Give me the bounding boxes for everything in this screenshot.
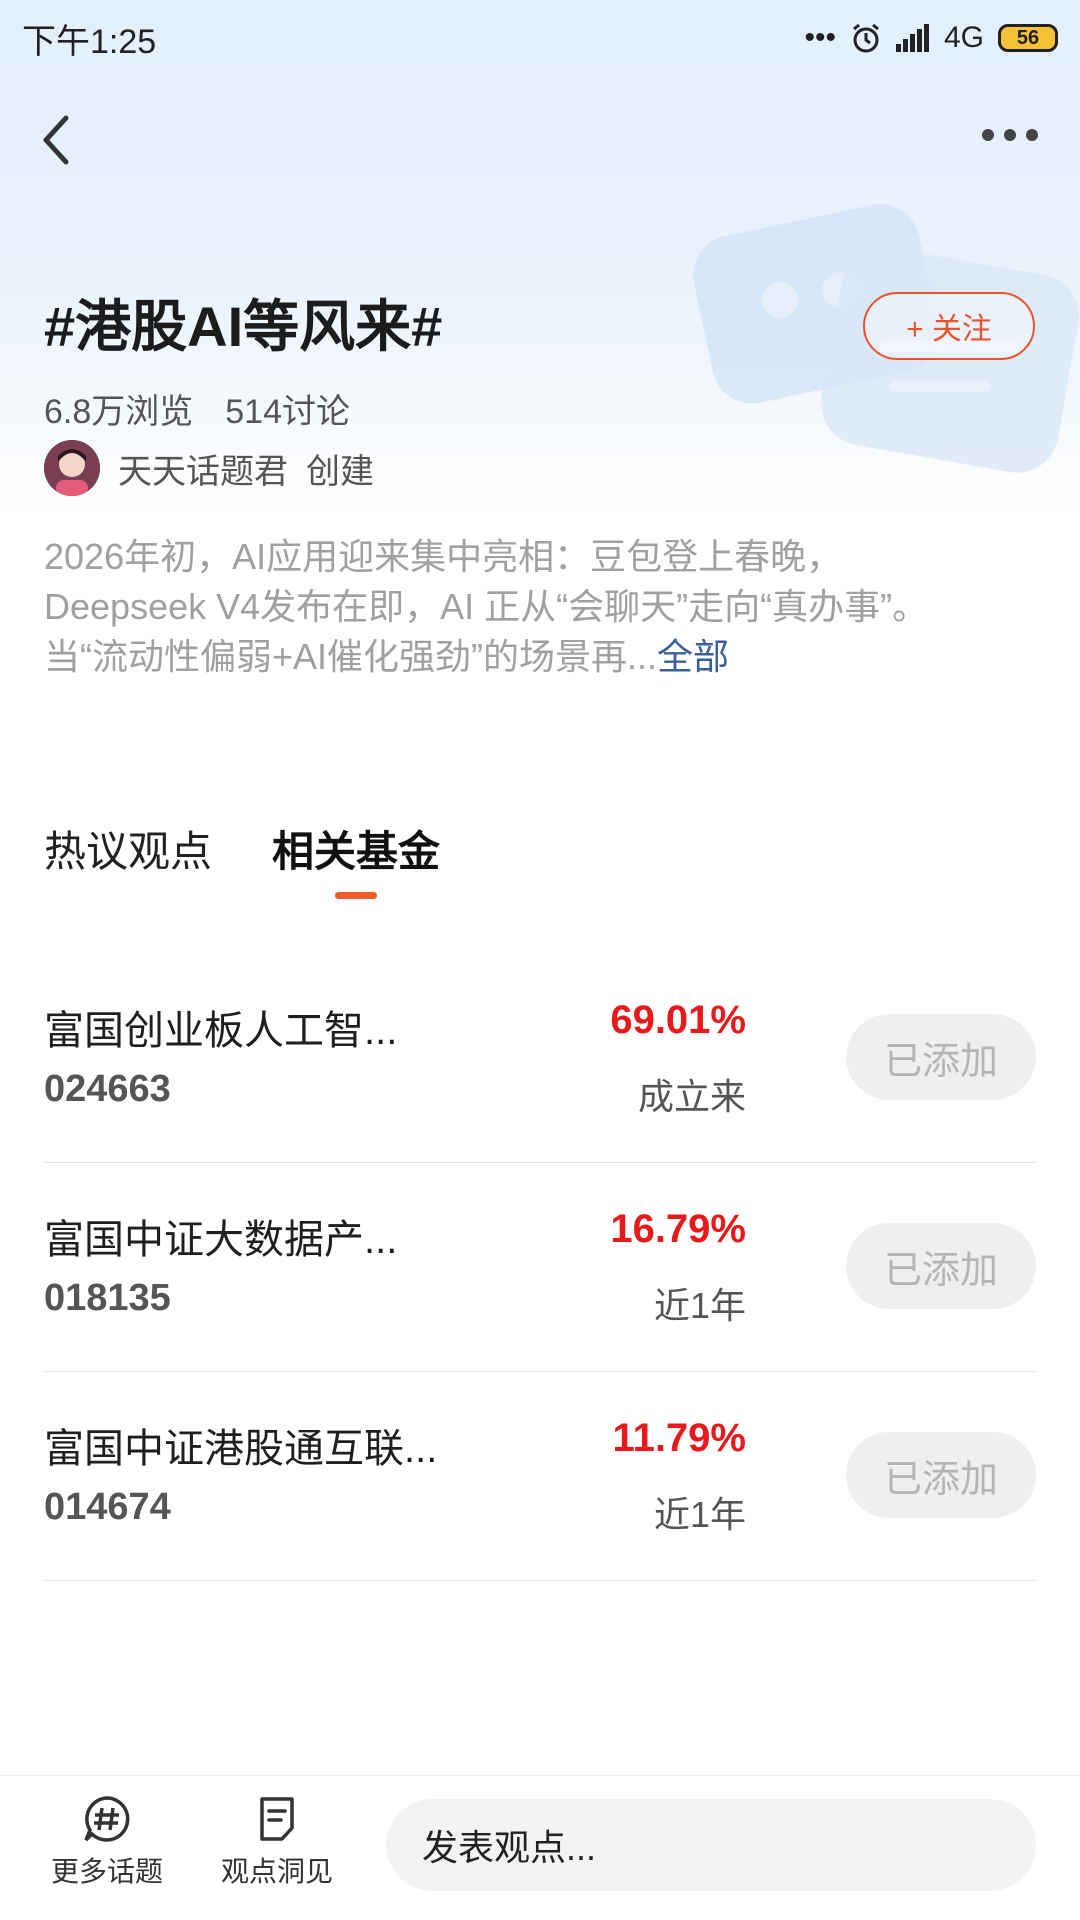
- insights-button[interactable]: 观点洞见: [212, 1794, 342, 1890]
- views-count: 6.8万浏览: [44, 393, 194, 431]
- network-type: 4G: [943, 21, 984, 54]
- fund-code: 014674: [44, 1486, 171, 1528]
- fund-list: 富国创业板人工智... 024663 69.01% 成立来 已添加 富国中证大数…: [44, 954, 1036, 1581]
- follow-button[interactable]: + 关注: [863, 292, 1035, 360]
- fund-name: 富国创业板人工智...: [44, 1009, 398, 1053]
- notification-dots-icon: •••: [804, 21, 836, 54]
- fund-return: 11.79%: [612, 1416, 746, 1460]
- avatar: [44, 440, 100, 496]
- tab-bar: 热议观点 相关基金: [44, 818, 441, 899]
- bottom-bar: 更多话题 观点洞见 发表观点...: [0, 1775, 1080, 1920]
- topic-description: 2026年初，AI应用迎来集中亮相：豆包登上春晚，Deepseek V4发布在即…: [44, 532, 1004, 682]
- fund-period: 近1年: [653, 1285, 746, 1326]
- creator-row[interactable]: 天天话题君 创建: [44, 440, 374, 496]
- document-icon: [260, 1797, 294, 1841]
- tab-label: 相关基金: [272, 828, 441, 875]
- list-item[interactable]: 富国中证港股通互联... 014674 11.79% 近1年 已添加: [44, 1372, 1036, 1581]
- insights-label: 观点洞见: [220, 1856, 333, 1887]
- expand-link[interactable]: 全部: [657, 636, 729, 677]
- chevron-left-icon[interactable]: [36, 110, 76, 170]
- fund-name: 富国中证港股通互联...: [44, 1427, 438, 1471]
- status-indicators: ••• 4G 56: [804, 21, 1058, 55]
- status-time: 下午1:25: [22, 22, 157, 61]
- list-item[interactable]: 富国创业板人工智... 024663 69.01% 成立来 已添加: [44, 954, 1036, 1163]
- fund-period: 成立来: [637, 1076, 746, 1117]
- top-nav: [0, 100, 1080, 180]
- fund-code: 024663: [44, 1068, 171, 1110]
- creator-action: 创建: [306, 452, 374, 491]
- active-tab-indicator: [335, 892, 378, 899]
- fund-code: 018135: [44, 1277, 171, 1319]
- fund-name: 富国中证大数据产...: [44, 1218, 398, 1262]
- alarm-icon: [853, 23, 879, 53]
- signal-icon: [895, 24, 929, 52]
- creator-name: 天天话题君: [118, 452, 288, 491]
- added-button[interactable]: 已添加: [846, 1432, 1036, 1518]
- more-topics-label: 更多话题: [50, 1856, 163, 1887]
- added-button[interactable]: 已添加: [846, 1014, 1036, 1100]
- status-bar: 下午1:25 ••• 4G 56: [0, 0, 1080, 76]
- comment-placeholder: 发表观点...: [422, 1827, 597, 1868]
- more-topics-button[interactable]: 更多话题: [42, 1794, 172, 1890]
- fund-period: 近1年: [653, 1494, 746, 1535]
- hashtag-bubble-icon: [84, 1796, 130, 1842]
- topic-title: #港股AI等风来#: [44, 295, 443, 358]
- tab-related-funds[interactable]: 相关基金: [272, 818, 441, 899]
- battery-level: 56: [1016, 26, 1040, 49]
- discussions-count: 514讨论: [225, 393, 350, 431]
- added-button[interactable]: 已添加: [846, 1223, 1036, 1309]
- tab-label: 热议观点: [44, 828, 213, 875]
- comment-input[interactable]: 发表观点...: [386, 1799, 1036, 1891]
- fund-return: 69.01%: [610, 998, 746, 1042]
- battery-icon: 56: [998, 24, 1058, 52]
- tab-hot-opinions[interactable]: 热议观点: [44, 818, 212, 898]
- fund-return: 16.79%: [610, 1207, 746, 1251]
- list-item[interactable]: 富国中证大数据产... 018135 16.79% 近1年 已添加: [44, 1163, 1036, 1372]
- topic-stats: 6.8万浏览 514讨论: [44, 384, 350, 433]
- description-text: 2026年初，AI应用迎来集中亮相：豆包登上春晚，Deepseek V4发布在即…: [44, 536, 929, 677]
- more-dots-icon[interactable]: [980, 120, 1040, 150]
